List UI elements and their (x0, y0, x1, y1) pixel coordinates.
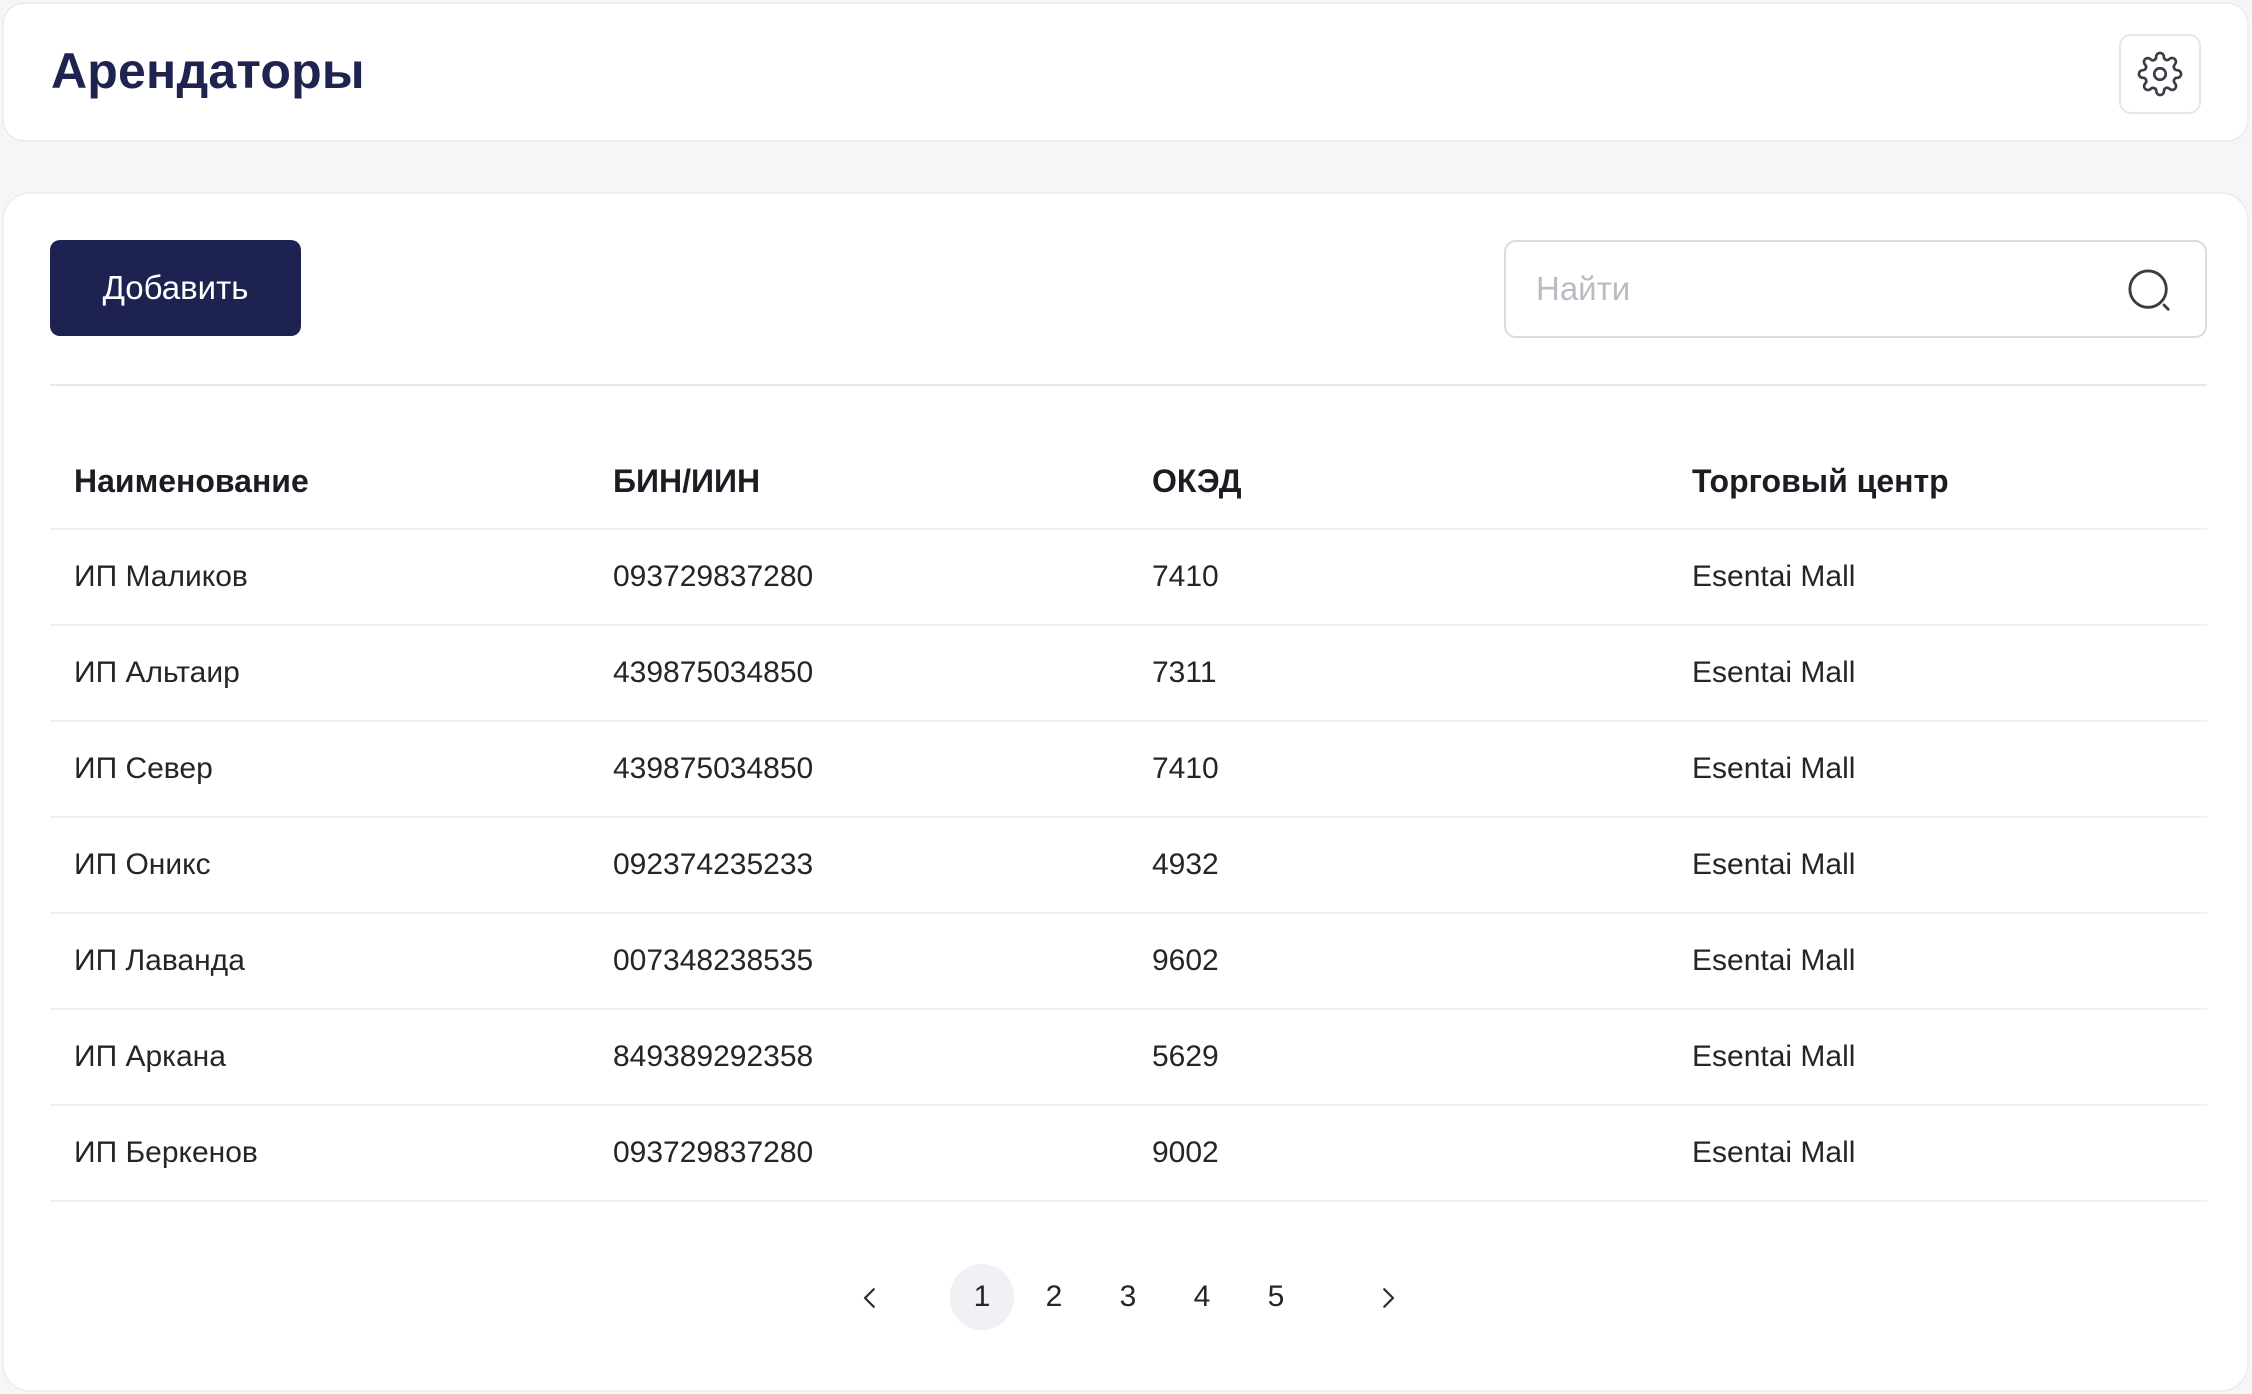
page-2-button[interactable]: 2 (1022, 1264, 1086, 1330)
next-page-button[interactable] (1366, 1276, 1410, 1320)
cell-name: ИП Север (74, 752, 213, 785)
header-card: Арендаторы (2, 2, 2249, 142)
page-1-button[interactable]: 1 (950, 1264, 1014, 1330)
cell-name: ИП Аркана (74, 1040, 226, 1073)
page-title: Арендаторы (51, 43, 365, 99)
cell-mall: Esentai Mall (1692, 1040, 1856, 1073)
search-input[interactable] (1536, 242, 2116, 336)
settings-button[interactable] (2119, 34, 2201, 114)
chevron-left-icon (863, 1288, 875, 1308)
cell-bin: 007348238535 (613, 944, 814, 977)
gear-icon (2137, 51, 2183, 97)
cell-oked: 9602 (1152, 944, 1219, 977)
cell-mall: Esentai Mall (1692, 1136, 1856, 1169)
page-5-button[interactable]: 5 (1244, 1264, 1308, 1330)
cell-oked: 5629 (1152, 1040, 1219, 1073)
tenants-card: Добавить Наименование БИН/ИИН ОКЭД Торго… (2, 192, 2249, 1392)
cell-mall: Esentai Mall (1692, 752, 1856, 785)
page-4-button[interactable]: 4 (1170, 1264, 1234, 1330)
cell-bin: 092374235233 (613, 848, 814, 881)
cell-name: ИП Альтаир (74, 656, 240, 689)
cell-bin: 093729837280 (613, 1136, 814, 1169)
cell-name: ИП Лаванда (74, 944, 245, 977)
column-header-oked[interactable]: ОКЭД (1128, 463, 1668, 500)
table-row[interactable]: ИП Север 439875034850 7410 Esentai Mall (50, 722, 2207, 818)
cell-mall: Esentai Mall (1692, 560, 1856, 593)
add-button[interactable]: Добавить (50, 240, 301, 336)
prev-page-button[interactable] (848, 1276, 892, 1320)
table-row[interactable]: ИП Беркенов 093729837280 9002 Esentai Ma… (50, 1106, 2207, 1202)
column-header-mall[interactable]: Торговый центр (1668, 463, 2207, 500)
table-row[interactable]: ИП Оникс 092374235233 4932 Esentai Mall (50, 818, 2207, 914)
cell-mall: Esentai Mall (1692, 944, 1856, 977)
cell-bin: 093729837280 (613, 560, 814, 593)
table-row[interactable]: ИП Лаванда 007348238535 9602 Esentai Mal… (50, 914, 2207, 1010)
table-row[interactable]: ИП Альтаир 439875034850 7311 Esentai Mal… (50, 626, 2207, 722)
cell-name: ИП Маликов (74, 560, 248, 593)
column-header-name[interactable]: Наименование (50, 463, 589, 500)
search-box (1504, 240, 2207, 338)
pagination: 1 2 3 4 5 (4, 1264, 2251, 1334)
page-3-button[interactable]: 3 (1096, 1264, 1160, 1330)
cell-mall: Esentai Mall (1692, 656, 1856, 689)
cell-mall: Esentai Mall (1692, 848, 1856, 881)
chevron-right-icon (1383, 1288, 1395, 1308)
cell-oked: 7410 (1152, 560, 1219, 593)
cell-oked: 4932 (1152, 848, 1219, 881)
tenants-table: Наименование БИН/ИИН ОКЭД Торговый центр… (50, 434, 2207, 1202)
divider (50, 384, 2207, 386)
cell-oked: 7311 (1152, 656, 1217, 689)
cell-name: ИП Беркенов (74, 1136, 258, 1169)
cell-oked: 7410 (1152, 752, 1219, 785)
table-header: Наименование БИН/ИИН ОКЭД Торговый центр (50, 434, 2207, 530)
cell-oked: 9002 (1152, 1136, 1219, 1169)
column-header-bin[interactable]: БИН/ИИН (589, 463, 1128, 500)
cell-name: ИП Оникс (74, 848, 211, 881)
cell-bin: 849389292358 (613, 1040, 814, 1073)
table-row[interactable]: ИП Маликов 093729837280 7410 Esentai Mal… (50, 530, 2207, 626)
table-row[interactable]: ИП Аркана 849389292358 5629 Esentai Mall (50, 1010, 2207, 1106)
search-icon[interactable] (2127, 268, 2173, 314)
cell-bin: 439875034850 (613, 752, 814, 785)
cell-bin: 439875034850 (613, 656, 814, 689)
